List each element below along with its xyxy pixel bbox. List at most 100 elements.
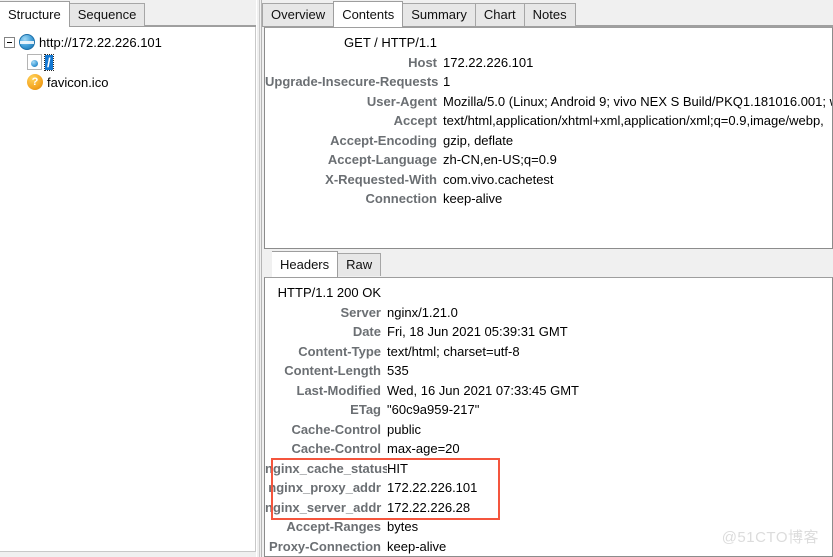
tree-row-root[interactable]: http://172.22.226.101 (0, 32, 255, 52)
vertical-splitter[interactable] (256, 0, 262, 557)
request-header-row[interactable]: Host 172.22.226.101 (265, 53, 832, 73)
response-header-row[interactable]: nginx_server_addr 172.22.226.28 (265, 498, 832, 518)
tab-structure[interactable]: Structure (0, 1, 70, 27)
request-header-row[interactable]: Connection keep-alive (265, 189, 832, 209)
response-header-name: Content-Type (298, 343, 381, 359)
response-header-name: Last-Modified (296, 382, 382, 398)
tab-notes-label: Notes (532, 7, 567, 22)
tab-structure-label: Structure (8, 7, 61, 22)
tree-row-root-path[interactable]: / (0, 52, 255, 72)
request-header-name: Accept-Encoding (330, 132, 437, 148)
response-header-value: text/html; charset=utf-8 (387, 343, 520, 359)
response-header-value: max-age=20 (387, 441, 460, 456)
content-tabstrip: Overview Contents Summary Chart Notes (262, 0, 833, 27)
left-panel-bottom-strip (0, 551, 256, 557)
message-view-tabstrip: Headers Raw (262, 249, 833, 277)
response-header-name: nginx_proxy_addr (268, 480, 381, 495)
response-header-row[interactable]: Server nginx/1.21.0 (265, 303, 832, 323)
response-header-row[interactable]: nginx_cache_status HIT (265, 459, 832, 479)
tab-headers[interactable]: Headers (272, 251, 339, 277)
tree-item-host-label: http://172.22.226.101 (39, 34, 162, 50)
request-header-value: keep-alive (443, 191, 503, 206)
response-header-row[interactable]: Accept-Ranges bytes (265, 517, 832, 537)
collapse-expander-icon[interactable] (4, 36, 15, 48)
left-tabstrip-filler (144, 3, 256, 26)
response-header-row[interactable]: Content-Type text/html; charset=utf-8 (265, 342, 832, 362)
document-icon (27, 54, 42, 70)
request-header-row[interactable]: Accept-Language zh-CN,en-US;q=0.9 (265, 150, 832, 170)
tab-notes[interactable]: Notes (523, 3, 576, 26)
response-header-name: Accept-Ranges (286, 519, 381, 534)
request-status-line-name: GET / HTTP/1.1 (344, 35, 437, 50)
app-window: Structure Sequence http://172.22.226.101… (0, 0, 833, 557)
response-header-name: Date (352, 324, 381, 339)
response-header-value: bytes (387, 519, 419, 534)
content-tabstrip-filler (574, 3, 833, 26)
request-header-name: X-Requested-With (325, 171, 437, 187)
response-header-name: Proxy-Connection (269, 538, 381, 554)
question-icon: ? (27, 74, 43, 90)
response-status-line (387, 283, 832, 303)
structure-panel: Structure Sequence http://172.22.226.101… (0, 0, 256, 557)
host-tree[interactable]: http://172.22.226.101 / ? favicon.ico (0, 27, 256, 557)
response-header-row[interactable]: Cache-Control max-age=20 (265, 439, 832, 459)
response-headers-pane[interactable]: HTTP/1.1 200 OK Server nginx/1.21.0 Date Fri… (264, 277, 833, 557)
request-status-line-row: GET / HTTP/1.1 (265, 33, 832, 53)
tree-item-favicon-label: favicon.ico (47, 74, 109, 90)
response-header-value: public (387, 421, 421, 437)
response-header-name: nginx_server_addr (265, 499, 382, 515)
tab-chart[interactable]: Chart (474, 3, 525, 26)
response-header-value: 535 (387, 363, 409, 378)
request-header-row[interactable]: X-Requested-With com.vivo.cachetest (265, 170, 832, 190)
response-header-value: "60c9a959-217" (387, 402, 480, 417)
request-header-row[interactable]: Accept text/html,application/xhtml+xml,ap… (265, 111, 832, 131)
response-header-name: ETag (350, 402, 381, 417)
response-header-value: 172.22.226.101 (387, 480, 478, 495)
request-headers-table: GET / HTTP/1.1 Host 172.22.226.101 Upgrade-… (265, 28, 832, 209)
tab-sequence[interactable]: Sequence (68, 3, 146, 26)
request-header-name: User-Agent (366, 93, 437, 109)
tab-overview[interactable]: Overview (262, 3, 335, 26)
request-header-name: Connection (365, 191, 438, 206)
tab-raw[interactable]: Raw (337, 253, 382, 276)
tab-raw-label: Raw (346, 257, 373, 272)
request-header-value: 1 (443, 74, 451, 89)
request-header-name: Accept-Language (327, 152, 437, 167)
response-header-row[interactable]: Cache-Control public (265, 420, 832, 440)
response-header-row[interactable]: ETag "60c9a959-217" (265, 400, 832, 420)
response-header-row[interactable]: nginx_proxy_addr 172.22.226.101 (265, 478, 832, 498)
response-header-value: nginx/1.21.0 (387, 304, 458, 320)
tab-contents[interactable]: Contents (333, 1, 404, 27)
response-header-name: Cache-Control (291, 441, 381, 456)
request-header-row[interactable]: Upgrade-Insecure-Requests 1 (265, 72, 832, 92)
request-header-name: Upgrade-Insecure-Requests (265, 74, 439, 89)
request-header-value: 172.22.226.101 (443, 54, 534, 70)
request-header-name: Accept (393, 113, 437, 128)
response-status-line-row: HTTP/1.1 200 OK (265, 283, 832, 303)
response-header-name: Content-Length (284, 363, 381, 378)
tab-sequence-label: Sequence (77, 7, 137, 22)
request-header-row[interactable]: Accept-Encoding gzip, deflate (265, 131, 832, 151)
response-header-row[interactable]: Proxy-Connection keep-alive (265, 537, 832, 557)
left-tabstrip: Structure Sequence (0, 0, 256, 27)
response-header-row[interactable]: Content-Length 535 (265, 361, 832, 381)
response-header-name: nginx_cache_status (265, 460, 387, 476)
tree-item-path-label: / (44, 53, 54, 71)
response-header-value: Wed, 16 Jun 2021 07:33:45 GMT (387, 382, 579, 398)
request-header-value: text/html,application/xhtml+xml,applicat… (443, 113, 824, 128)
response-header-name: Server (340, 304, 381, 320)
response-status-line-name: HTTP/1.1 200 OK (277, 285, 381, 300)
tab-chart-label: Chart (483, 7, 516, 22)
tab-headers-label: Headers (280, 257, 330, 272)
request-header-value: gzip, deflate (443, 132, 514, 148)
response-header-row[interactable]: Date Fri, 18 Jun 2021 05:39:31 GMT (265, 322, 832, 342)
tree-row-favicon[interactable]: ? favicon.ico (0, 72, 255, 92)
response-header-value: HIT (387, 460, 408, 476)
response-header-value: keep-alive (387, 538, 447, 554)
request-header-value: com.vivo.cachetest (443, 171, 554, 187)
tab-summary[interactable]: Summary (402, 3, 476, 26)
request-header-value: Mozilla/5.0 (Linux; Android 9; vivo NEX … (443, 93, 832, 109)
response-header-row[interactable]: Last-Modified Wed, 16 Jun 2021 07:33:45 G… (265, 381, 832, 401)
request-headers-pane[interactable]: GET / HTTP/1.1 Host 172.22.226.101 Upgrade-… (264, 27, 833, 249)
request-header-row[interactable]: User-Agent Mozilla/5.0 (Linux; Android 9;… (265, 92, 832, 112)
